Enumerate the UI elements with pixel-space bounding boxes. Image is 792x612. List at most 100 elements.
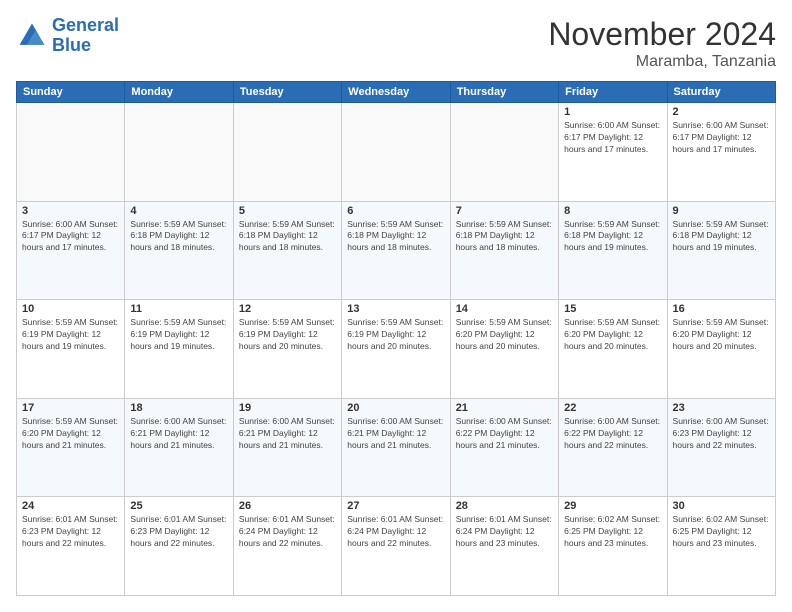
calendar-body: 1Sunrise: 6:00 AM Sunset: 6:17 PM Daylig… bbox=[17, 103, 776, 596]
day-number: 20 bbox=[347, 402, 444, 414]
day-info: Sunrise: 5:59 AM Sunset: 6:18 PM Dayligh… bbox=[564, 219, 661, 255]
day-info: Sunrise: 6:02 AM Sunset: 6:25 PM Dayligh… bbox=[673, 514, 770, 550]
day-number: 17 bbox=[22, 402, 119, 414]
logo: General Blue bbox=[16, 16, 119, 56]
title-area: November 2024 Maramba, Tanzania bbox=[548, 16, 776, 71]
day-info: Sunrise: 6:01 AM Sunset: 6:24 PM Dayligh… bbox=[347, 514, 444, 550]
day-info: Sunrise: 5:59 AM Sunset: 6:20 PM Dayligh… bbox=[22, 416, 119, 452]
calendar-day-cell: 12 Sunrise: 5:59 AM Sunset: 6:19 PM Dayli… bbox=[233, 300, 341, 399]
calendar-day-cell: 29Sunrise: 6:02 AM Sunset: 6:25 PM Dayli… bbox=[559, 497, 667, 596]
calendar-day-cell bbox=[125, 103, 233, 202]
calendar-day-cell: 24Sunrise: 6:01 AM Sunset: 6:23 PM Dayli… bbox=[17, 497, 125, 596]
header: General Blue November 2024 Maramba, Tanz… bbox=[16, 16, 776, 71]
day-number: 10 bbox=[22, 303, 119, 315]
day-number: 16 bbox=[673, 303, 770, 315]
calendar-day-cell: 22 Sunrise: 6:00 AM Sunset: 6:22 PM Dayli… bbox=[559, 398, 667, 497]
calendar-week-row: 10 Sunrise: 5:59 AM Sunset: 6:19 PM Dayli… bbox=[17, 300, 776, 399]
day-info: Sunrise: 5:59 AM Sunset: 6:18 PM Dayligh… bbox=[456, 219, 553, 255]
day-info: Sunrise: 6:01 AM Sunset: 6:23 PM Dayligh… bbox=[22, 514, 119, 550]
day-info: Sunrise: 6:00 AM Sunset: 6:23 PM Dayligh… bbox=[673, 416, 770, 452]
calendar-day-cell bbox=[233, 103, 341, 202]
calendar-day-cell: 19Sunrise: 6:00 AM Sunset: 6:21 PM Dayli… bbox=[233, 398, 341, 497]
calendar-day-cell: 15 Sunrise: 5:59 AM Sunset: 6:20 PM Dayli… bbox=[559, 300, 667, 399]
day-number: 28 bbox=[456, 500, 553, 512]
day-number: 13 bbox=[347, 303, 444, 315]
calendar-week-row: 1Sunrise: 6:00 AM Sunset: 6:17 PM Daylig… bbox=[17, 103, 776, 202]
day-info: Sunrise: 5:59 AM Sunset: 6:19 PM Dayligh… bbox=[347, 317, 444, 353]
calendar-day-cell bbox=[342, 103, 450, 202]
calendar-day-cell: 8 Sunrise: 5:59 AM Sunset: 6:18 PM Daylig… bbox=[559, 201, 667, 300]
day-number: 15 bbox=[564, 303, 661, 315]
day-number: 4 bbox=[130, 205, 227, 217]
calendar-day-cell: 30Sunrise: 6:02 AM Sunset: 6:25 PM Dayli… bbox=[667, 497, 775, 596]
calendar-day-cell: 14 Sunrise: 5:59 AM Sunset: 6:20 PM Dayli… bbox=[450, 300, 558, 399]
calendar-day-cell: 26 Sunrise: 6:01 AM Sunset: 6:24 PM Dayli… bbox=[233, 497, 341, 596]
weekday-header-cell: Thursday bbox=[450, 82, 558, 103]
day-number: 5 bbox=[239, 205, 336, 217]
calendar-week-row: 17 Sunrise: 5:59 AM Sunset: 6:20 PM Dayli… bbox=[17, 398, 776, 497]
day-number: 26 bbox=[239, 500, 336, 512]
page: General Blue November 2024 Maramba, Tanz… bbox=[0, 0, 792, 612]
day-number: 7 bbox=[456, 205, 553, 217]
day-number: 18 bbox=[130, 402, 227, 414]
day-number: 27 bbox=[347, 500, 444, 512]
day-info: Sunrise: 5:59 AM Sunset: 6:20 PM Dayligh… bbox=[673, 317, 770, 353]
day-info: Sunrise: 6:01 AM Sunset: 6:24 PM Dayligh… bbox=[239, 514, 336, 550]
day-info: Sunrise: 6:02 AM Sunset: 6:25 PM Dayligh… bbox=[564, 514, 661, 550]
day-info: Sunrise: 5:59 AM Sunset: 6:20 PM Dayligh… bbox=[564, 317, 661, 353]
day-number: 14 bbox=[456, 303, 553, 315]
day-info: Sunrise: 6:00 AM Sunset: 6:21 PM Dayligh… bbox=[239, 416, 336, 452]
weekday-header-cell: Wednesday bbox=[342, 82, 450, 103]
day-info: Sunrise: 6:01 AM Sunset: 6:23 PM Dayligh… bbox=[130, 514, 227, 550]
day-info: Sunrise: 5:59 AM Sunset: 6:18 PM Dayligh… bbox=[130, 219, 227, 255]
calendar-day-cell: 28 Sunrise: 6:01 AM Sunset: 6:24 PM Dayli… bbox=[450, 497, 558, 596]
day-info: Sunrise: 5:59 AM Sunset: 6:19 PM Dayligh… bbox=[239, 317, 336, 353]
calendar-day-cell: 18 Sunrise: 6:00 AM Sunset: 6:21 PM Dayli… bbox=[125, 398, 233, 497]
day-number: 9 bbox=[673, 205, 770, 217]
weekday-header-cell: Monday bbox=[125, 82, 233, 103]
calendar-day-cell: 23 Sunrise: 6:00 AM Sunset: 6:23 PM Dayli… bbox=[667, 398, 775, 497]
day-number: 2 bbox=[673, 106, 770, 118]
day-number: 12 bbox=[239, 303, 336, 315]
calendar-day-cell: 25Sunrise: 6:01 AM Sunset: 6:23 PM Dayli… bbox=[125, 497, 233, 596]
day-number: 6 bbox=[347, 205, 444, 217]
day-info: Sunrise: 6:00 AM Sunset: 6:17 PM Dayligh… bbox=[564, 120, 661, 156]
calendar-day-cell: 11Sunrise: 5:59 AM Sunset: 6:19 PM Dayli… bbox=[125, 300, 233, 399]
calendar-day-cell: 5 Sunrise: 5:59 AM Sunset: 6:18 PM Daylig… bbox=[233, 201, 341, 300]
day-info: Sunrise: 6:00 AM Sunset: 6:21 PM Dayligh… bbox=[130, 416, 227, 452]
day-info: Sunrise: 5:59 AM Sunset: 6:18 PM Dayligh… bbox=[673, 219, 770, 255]
weekday-header-cell: Saturday bbox=[667, 82, 775, 103]
day-info: Sunrise: 6:00 AM Sunset: 6:21 PM Dayligh… bbox=[347, 416, 444, 452]
day-info: Sunrise: 5:59 AM Sunset: 6:19 PM Dayligh… bbox=[22, 317, 119, 353]
calendar-day-cell: 6 Sunrise: 5:59 AM Sunset: 6:18 PM Daylig… bbox=[342, 201, 450, 300]
calendar-week-row: 24Sunrise: 6:01 AM Sunset: 6:23 PM Dayli… bbox=[17, 497, 776, 596]
calendar-day-cell: 3Sunrise: 6:00 AM Sunset: 6:17 PM Daylig… bbox=[17, 201, 125, 300]
day-number: 21 bbox=[456, 402, 553, 414]
day-info: Sunrise: 5:59 AM Sunset: 6:20 PM Dayligh… bbox=[456, 317, 553, 353]
day-number: 22 bbox=[564, 402, 661, 414]
day-number: 8 bbox=[564, 205, 661, 217]
day-info: Sunrise: 6:01 AM Sunset: 6:24 PM Dayligh… bbox=[456, 514, 553, 550]
calendar-day-cell: 4 Sunrise: 5:59 AM Sunset: 6:18 PM Daylig… bbox=[125, 201, 233, 300]
weekday-header-cell: Sunday bbox=[17, 82, 125, 103]
logo-icon bbox=[16, 20, 48, 52]
location: Maramba, Tanzania bbox=[548, 53, 776, 71]
calendar-day-cell: 1Sunrise: 6:00 AM Sunset: 6:17 PM Daylig… bbox=[559, 103, 667, 202]
calendar-day-cell bbox=[17, 103, 125, 202]
day-info: Sunrise: 5:59 AM Sunset: 6:18 PM Dayligh… bbox=[347, 219, 444, 255]
day-info: Sunrise: 6:00 AM Sunset: 6:22 PM Dayligh… bbox=[564, 416, 661, 452]
calendar-day-cell: 27 Sunrise: 6:01 AM Sunset: 6:24 PM Dayli… bbox=[342, 497, 450, 596]
month-title: November 2024 bbox=[548, 16, 776, 53]
calendar-day-cell: 17 Sunrise: 5:59 AM Sunset: 6:20 PM Dayli… bbox=[17, 398, 125, 497]
day-number: 23 bbox=[673, 402, 770, 414]
day-info: Sunrise: 6:00 AM Sunset: 6:22 PM Dayligh… bbox=[456, 416, 553, 452]
weekday-header-cell: Tuesday bbox=[233, 82, 341, 103]
calendar-week-row: 3Sunrise: 6:00 AM Sunset: 6:17 PM Daylig… bbox=[17, 201, 776, 300]
calendar-day-cell: 16 Sunrise: 5:59 AM Sunset: 6:20 PM Dayli… bbox=[667, 300, 775, 399]
weekday-header-cell: Friday bbox=[559, 82, 667, 103]
calendar-day-cell: 2Sunrise: 6:00 AM Sunset: 6:17 PM Daylig… bbox=[667, 103, 775, 202]
calendar-day-cell: 13 Sunrise: 5:59 AM Sunset: 6:19 PM Dayli… bbox=[342, 300, 450, 399]
day-number: 3 bbox=[22, 205, 119, 217]
logo-line2: Blue bbox=[52, 35, 91, 55]
day-info: Sunrise: 5:59 AM Sunset: 6:18 PM Dayligh… bbox=[239, 219, 336, 255]
